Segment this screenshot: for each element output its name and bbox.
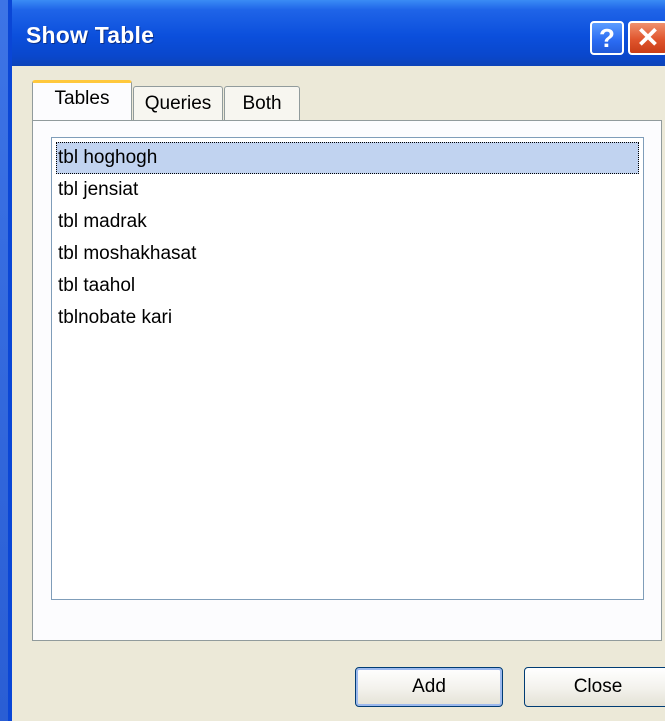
show-table-dialog: Show Table ? ✕ Tables Queries Both tbl h…: [8, 0, 665, 721]
title-bar[interactable]: Show Table ? ✕: [12, 0, 665, 66]
list-item[interactable]: tbl jensiat: [56, 174, 639, 206]
tab-panel-tables: tbl hoghogh tbl jensiat tbl madrak tbl m…: [32, 120, 662, 641]
table-list[interactable]: tbl hoghogh tbl jensiat tbl madrak tbl m…: [51, 137, 644, 600]
tab-both[interactable]: Both: [224, 86, 300, 120]
add-button[interactable]: Add: [355, 667, 503, 707]
list-item[interactable]: tblnobate kari: [56, 302, 639, 334]
tab-queries[interactable]: Queries: [133, 86, 223, 120]
window-title: Show Table: [26, 22, 155, 48]
help-icon[interactable]: ?: [590, 21, 624, 55]
list-item[interactable]: tbl moshakhasat: [56, 238, 639, 270]
close-button[interactable]: Close: [524, 667, 665, 707]
close-icon[interactable]: ✕: [628, 21, 665, 55]
list-item[interactable]: tbl hoghogh: [56, 142, 639, 174]
list-item[interactable]: tbl taahol: [56, 270, 639, 302]
list-item[interactable]: tbl madrak: [56, 206, 639, 238]
tab-tables[interactable]: Tables: [32, 80, 132, 120]
